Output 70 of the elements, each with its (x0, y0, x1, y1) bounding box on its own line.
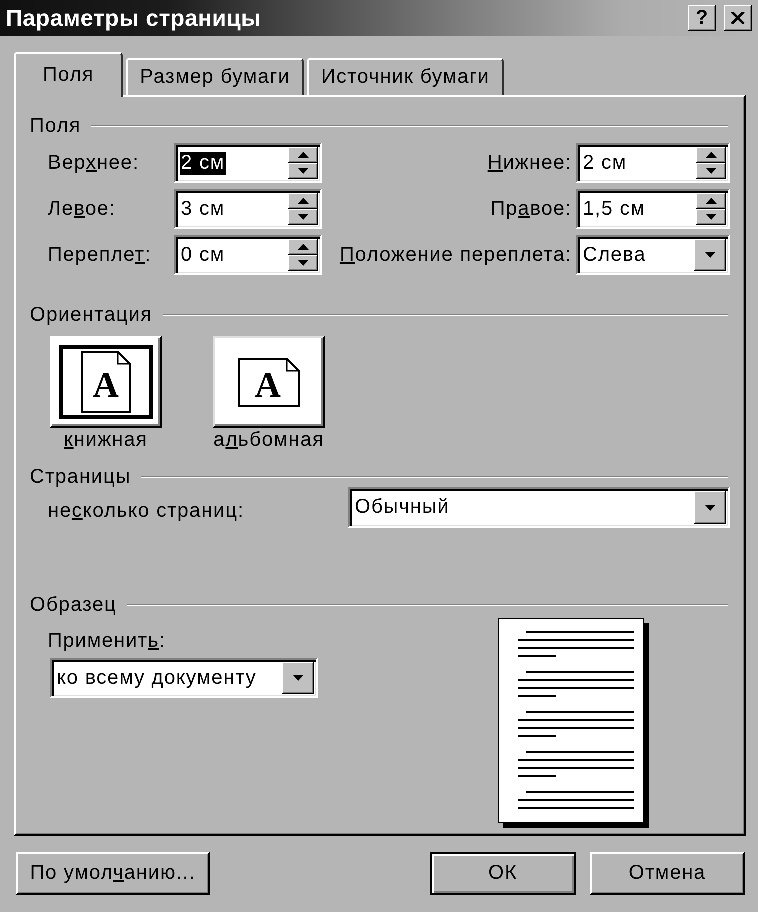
close-icon (731, 12, 745, 24)
close-button[interactable] (724, 5, 752, 31)
dialog-button[interactable]: По умолчанию... (16, 852, 210, 895)
field-value: 2 см (582, 152, 628, 174)
spin-up-button[interactable] (288, 193, 318, 209)
field-label: Нижнее: (488, 152, 572, 174)
field-value: Обычный (354, 496, 451, 519)
spin-box[interactable]: 0 см (174, 235, 322, 275)
field-value: 2 см (180, 152, 226, 174)
spin-up-button[interactable] (288, 239, 318, 255)
dropdown[interactable]: Слева (576, 235, 730, 275)
field-label: Положение переплета: (340, 244, 572, 266)
caret-down-icon (706, 214, 716, 220)
caret-up-icon (706, 198, 716, 204)
caret-down-icon (298, 260, 308, 266)
caret-up-icon (298, 152, 308, 158)
help-button[interactable]: ? (688, 5, 716, 31)
dropdown-button[interactable] (282, 662, 314, 694)
caret-down-icon (298, 214, 308, 220)
caret-down-icon (704, 504, 716, 510)
spin-down-button[interactable] (696, 209, 726, 225)
caret-down-icon (704, 252, 716, 258)
orientation-label: альбомная (214, 428, 324, 452)
spin-box[interactable]: 3 см (174, 189, 322, 229)
section-heading: Поля (30, 114, 82, 138)
field-label: Левое: (48, 198, 116, 220)
field-label: Применить: (48, 629, 166, 653)
spin-up-button[interactable] (696, 147, 726, 163)
dialog-button[interactable]: Отмена (590, 852, 745, 895)
section-heading: Образец (30, 594, 117, 616)
field-value: 3 см (180, 198, 226, 220)
field-value: ко всему документу (56, 666, 258, 690)
field-value: 0 см (180, 244, 226, 266)
tab[interactable]: Поля (14, 52, 124, 97)
field-label: несколько страниц: (48, 499, 246, 523)
dialog-button[interactable]: ОК (430, 852, 576, 895)
field-label: Правое: (490, 198, 572, 220)
spin-down-button[interactable] (288, 163, 318, 179)
caret-up-icon (298, 198, 308, 204)
tab[interactable]: Источник бумаги (307, 58, 504, 95)
tab[interactable]: Размер бумаги (126, 58, 304, 95)
spin-up-button[interactable] (288, 147, 318, 163)
landscape-page-icon: A (238, 358, 300, 406)
spin-up-button[interactable] (696, 193, 726, 209)
field-label: Переплет: (48, 244, 152, 266)
section-heading: Страницы (30, 466, 132, 488)
field-value: Слева (582, 244, 648, 266)
spin-down-button[interactable] (696, 163, 726, 179)
caret-up-icon (298, 244, 308, 250)
caret-down-icon (292, 675, 304, 681)
dropdown[interactable]: ко всему документу (50, 658, 318, 698)
spin-down-button[interactable] (288, 255, 318, 271)
spin-box[interactable]: 2 см (174, 143, 322, 183)
dropdown-button[interactable] (694, 491, 726, 524)
orientation-button[interactable]: A (50, 336, 162, 428)
caret-up-icon (706, 152, 716, 158)
window-title: Параметры страницы (6, 4, 262, 32)
orientation-button[interactable]: A (213, 336, 325, 428)
field-value: 1,5 см (582, 198, 647, 220)
caret-down-icon (298, 168, 308, 174)
section-heading: Ориентация (30, 304, 153, 326)
orientation-label: книжная (64, 428, 148, 452)
spin-box[interactable]: 2 см (576, 143, 730, 183)
portrait-page-icon: A (81, 351, 131, 413)
dropdown-button[interactable] (694, 239, 726, 271)
field-label: Верхнее: (48, 152, 140, 174)
caret-down-icon (706, 168, 716, 174)
dropdown[interactable]: Обычный (348, 487, 730, 528)
spin-box[interactable]: 1,5 см (576, 189, 730, 229)
spin-down-button[interactable] (288, 209, 318, 225)
